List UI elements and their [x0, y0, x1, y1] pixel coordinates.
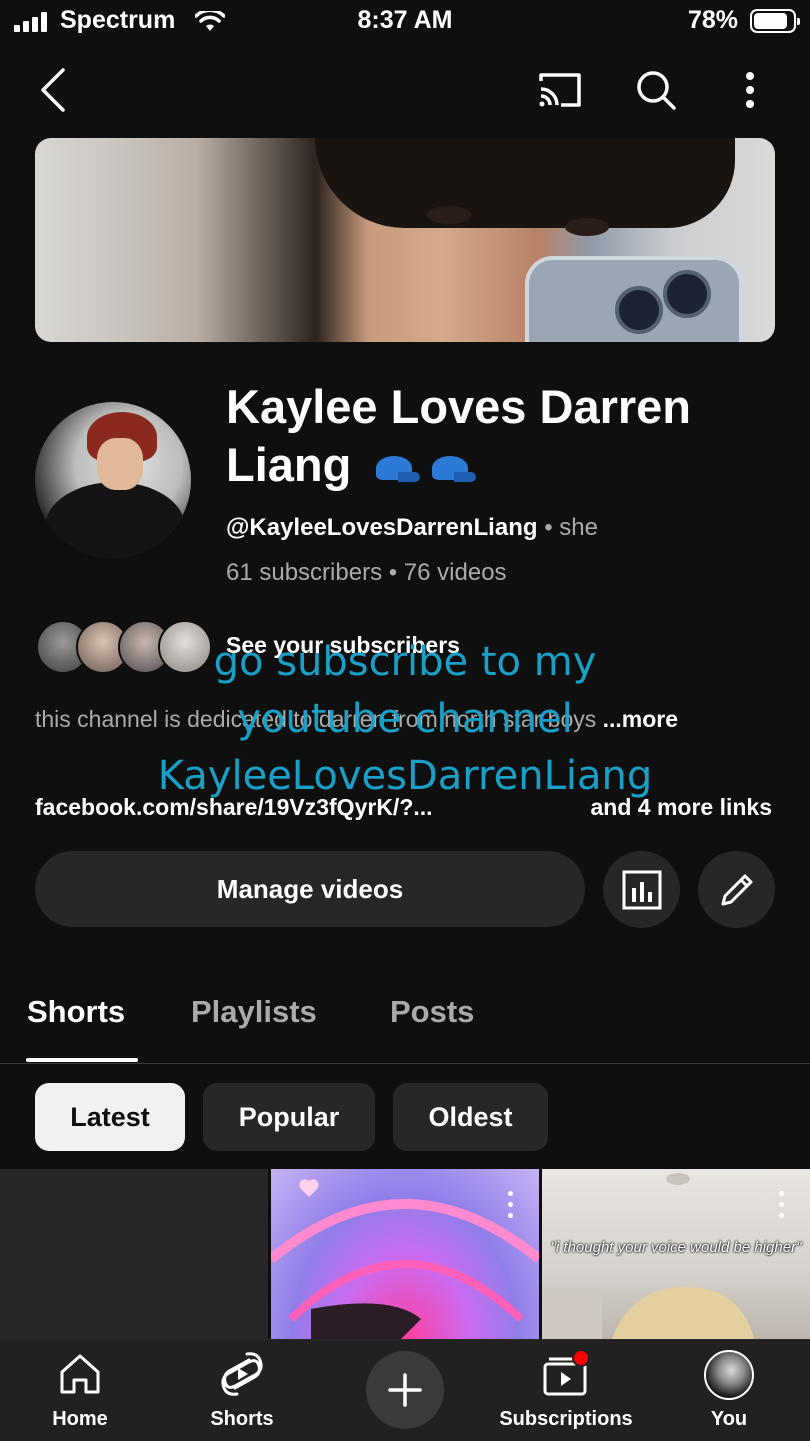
back-arrow-icon[interactable] [28, 64, 78, 116]
nav-shorts-label: Shorts [210, 1408, 274, 1430]
cap-emoji-icon [372, 454, 421, 484]
tab-divider [0, 1063, 810, 1064]
short-caption: "i thought your voice would be higher" [550, 1239, 802, 1256]
cap-emoji-icon [428, 454, 477, 484]
battery-percent: 78% [687, 6, 738, 34]
tab-shorts[interactable]: Shorts [27, 994, 125, 1030]
create-button[interactable] [366, 1351, 444, 1429]
channel-banner[interactable] [35, 138, 775, 342]
edit-channel-button[interactable] [698, 851, 775, 928]
battery-icon [750, 9, 800, 33]
nav-shorts[interactable]: Shorts [172, 1340, 312, 1441]
active-tab-indicator [26, 1058, 138, 1062]
nav-home-label: Home [52, 1408, 108, 1430]
nav-you[interactable]: You [659, 1340, 799, 1441]
search-icon[interactable] [630, 64, 682, 116]
nav-home[interactable]: Home [10, 1340, 150, 1441]
subscriber-avatars[interactable] [36, 620, 212, 674]
more-links[interactable]: and 4 more links [590, 794, 772, 821]
analytics-button[interactable] [603, 851, 680, 928]
tab-posts[interactable]: Posts [390, 994, 474, 1030]
manage-videos-button[interactable]: Manage videos [35, 851, 585, 927]
description-text: this channel is dedicated to darren from… [35, 706, 597, 732]
nav-subscriptions[interactable]: Subscriptions [496, 1340, 636, 1441]
more-vertical-icon[interactable] [779, 1191, 785, 1219]
bottom-navigation: Home Shorts Subscriptions You [0, 1339, 810, 1441]
see-subscribers-link[interactable]: See your subscribers [226, 632, 460, 659]
home-icon [60, 1354, 100, 1394]
nav-subscriptions-label: Subscriptions [499, 1408, 633, 1430]
short-thumbnail[interactable] [0, 1169, 268, 1339]
profile-avatar-icon [704, 1350, 754, 1400]
description-more-link[interactable]: ...more [603, 706, 678, 732]
status-bar: Spectrum 8:37 AM 78% [0, 0, 810, 44]
filter-latest[interactable]: Latest [35, 1083, 185, 1151]
separator-dot: • [544, 514, 553, 541]
short-thumbnail[interactable] [271, 1169, 539, 1339]
filter-oldest[interactable]: Oldest [393, 1083, 548, 1151]
analytics-icon [622, 870, 661, 909]
more-vertical-icon[interactable] [508, 1191, 514, 1219]
channel-link[interactable]: facebook.com/share/19Vz3fQyrK/?... [35, 794, 433, 820]
channel-avatar[interactable] [35, 402, 191, 558]
channel-handle-row[interactable]: @KayleeLovesDarrenLiang • she [226, 514, 598, 542]
nav-you-label: You [710, 1408, 748, 1430]
tab-playlists[interactable]: Playlists [191, 994, 317, 1030]
filter-popular[interactable]: Popular [203, 1083, 375, 1151]
channel-links: facebook.com/share/19Vz3fQyrK/?... and 4… [35, 794, 780, 821]
channel-pronouns: she [559, 514, 598, 541]
subscriptions-icon [543, 1350, 590, 1396]
short-thumbnail[interactable]: "i thought your voice would be higher" [542, 1169, 810, 1339]
channel-name: Kaylee Loves Darren Liang [226, 378, 786, 494]
channel-stats: 61 subscribers • 76 videos [226, 559, 507, 586]
cast-icon[interactable] [534, 66, 586, 114]
create-plus-icon [388, 1373, 422, 1407]
shorts-icon [221, 1352, 263, 1396]
notification-badge [572, 1350, 590, 1367]
channel-handle: @KayleeLovesDarrenLiang [226, 514, 538, 541]
channel-description[interactable]: this channel is dedicated to darren from… [35, 704, 715, 735]
more-vertical-icon[interactable] [730, 66, 770, 114]
edit-pencil-icon [721, 874, 752, 905]
